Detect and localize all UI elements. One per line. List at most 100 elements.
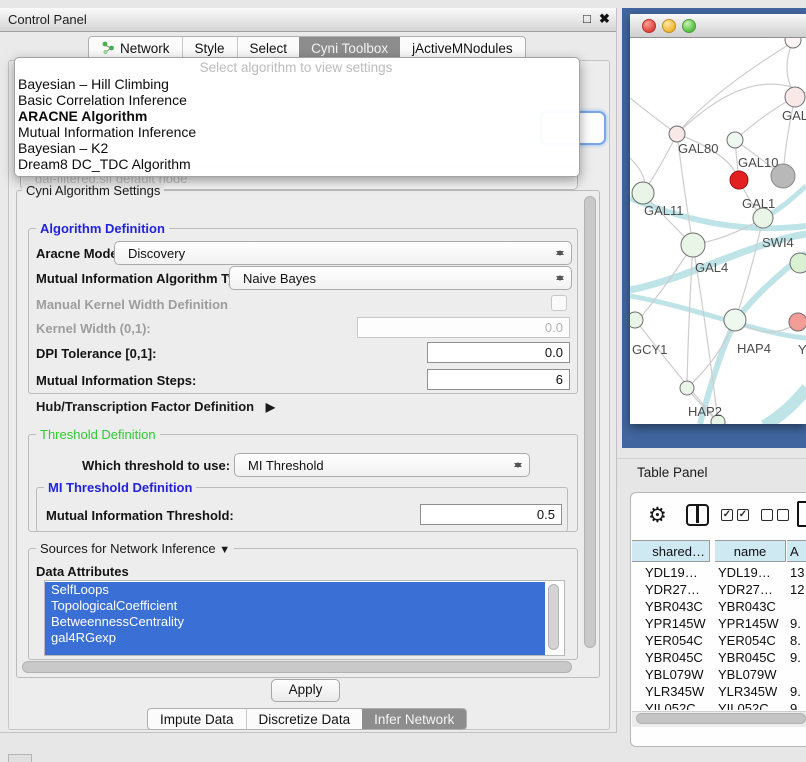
- column-header-shared[interactable]: shared…: [632, 540, 710, 562]
- attribute-item[interactable]: gal4RGexp: [45, 630, 545, 646]
- screen: Control Panel □ ✖ Network Style Select C…: [0, 0, 806, 762]
- cell[interactable]: YPR145W: [645, 616, 706, 631]
- manual-kernel-checkbox[interactable]: [551, 295, 567, 311]
- dropdown-item[interactable]: Bayesian – K2: [18, 140, 108, 156]
- sources-title[interactable]: Sources for Network Inference ▼: [36, 541, 234, 556]
- network-window-titlebar[interactable]: [630, 14, 806, 38]
- cell[interactable]: YBR043C: [718, 599, 776, 614]
- minimize-traffic-icon[interactable]: [662, 19, 676, 33]
- dropdown-item[interactable]: Mutual Information Inference: [18, 124, 196, 140]
- cell[interactable]: YBL079W: [645, 667, 704, 682]
- attribute-item[interactable]: SelfLoops: [45, 582, 545, 598]
- tab-select[interactable]: Select: [237, 37, 300, 59]
- cell[interactable]: 9.: [790, 616, 801, 631]
- aracne-mode-combo[interactable]: Discovery: [114, 241, 572, 265]
- table-hscroll-thumb[interactable]: [636, 713, 806, 724]
- cell[interactable]: 9.: [790, 684, 801, 699]
- cell[interactable]: YDR27…: [645, 582, 700, 597]
- tab-jactivemnodules[interactable]: jActiveMNodules: [400, 37, 525, 59]
- network-node-gal11[interactable]: [632, 182, 654, 204]
- expander-down-icon: ▼: [219, 544, 230, 556]
- gear-icon[interactable]: ⚙: [648, 505, 667, 526]
- dropdown-item[interactable]: Dream8 DC_TDC Algorithm: [18, 156, 191, 172]
- unchecked-checkbox-icon[interactable]: [761, 509, 773, 521]
- document-icon[interactable]: [797, 501, 806, 527]
- cell[interactable]: YER054C: [718, 633, 776, 648]
- vertical-scrollbar[interactable]: [584, 196, 596, 648]
- horizontal-scrollbar[interactable]: [22, 661, 572, 673]
- node-label: GAL10: [738, 155, 778, 170]
- dropdown-item[interactable]: Basic Correlation Inference: [18, 92, 187, 108]
- unchecked-checkbox-icon[interactable]: [777, 509, 789, 521]
- checked-checkbox-icon[interactable]: ✓: [737, 509, 749, 521]
- attribute-item[interactable]: TopologicalCoefficient: [45, 598, 545, 614]
- cell[interactable]: 8.: [790, 633, 801, 648]
- network-node-gal80[interactable]: [669, 126, 685, 142]
- cell[interactable]: YBR045C: [718, 650, 776, 665]
- network-node[interactable]: [785, 38, 801, 48]
- node-label: SWI4: [762, 235, 794, 250]
- tab-infer-network[interactable]: Infer Network: [362, 709, 466, 729]
- tab-network[interactable]: Network: [89, 37, 182, 59]
- cell[interactable]: YBL079W: [718, 667, 777, 682]
- mi-type-combo[interactable]: Naive Bayes: [229, 266, 572, 290]
- float-window-icon[interactable]: □: [583, 11, 591, 26]
- attribute-item-partial[interactable]: [45, 646, 545, 655]
- apply-button[interactable]: Apply: [271, 679, 340, 702]
- column-header-partial[interactable]: A: [787, 540, 806, 562]
- dpi-tolerance-field[interactable]: 0.0: [427, 342, 570, 363]
- dropdown-item-selected[interactable]: ARACNE Algorithm: [18, 108, 147, 124]
- cell[interactable]: YER054C: [645, 633, 703, 648]
- column-header-name[interactable]: name: [715, 540, 786, 562]
- dropdown-item[interactable]: Bayesian – Hill Climbing: [18, 76, 169, 92]
- tab-cyni-toolbox[interactable]: Cyni Toolbox: [299, 37, 400, 59]
- cell-partial[interactable]: 9.: [790, 701, 801, 710]
- cell[interactable]: 12: [790, 582, 804, 597]
- zoom-traffic-icon[interactable]: [682, 19, 696, 33]
- cell-partial[interactable]: YIL052C: [718, 701, 769, 710]
- control-panel-titlebar[interactable]: [0, 8, 616, 32]
- close-window-icon[interactable]: ✖: [599, 11, 610, 27]
- tab-style[interactable]: Style: [182, 37, 237, 59]
- network-node-gcy1[interactable]: [630, 312, 643, 328]
- attribute-item[interactable]: BetweennessCentrality: [45, 614, 545, 630]
- list-scrollbar[interactable]: [548, 584, 559, 650]
- network-node-hap2[interactable]: [680, 381, 694, 395]
- network-node-red[interactable]: [730, 171, 748, 189]
- cell[interactable]: 9.: [790, 650, 801, 665]
- kernel-width-field[interactable]: 0.0: [357, 317, 570, 338]
- cell-partial[interactable]: YIL052C: [645, 701, 696, 710]
- cell[interactable]: YDL19…: [718, 565, 771, 580]
- network-node-gal10[interactable]: [727, 132, 743, 148]
- checked-checkbox-icon[interactable]: ✓: [721, 509, 733, 521]
- algorithm-dropdown-placeholder: Select algorithm to view settings: [14, 60, 578, 75]
- network-node-gal1[interactable]: [753, 208, 773, 228]
- network-node-salmon[interactable]: [789, 313, 806, 331]
- cyni-settings-title: Cyni Algorithm Settings: [22, 183, 164, 198]
- kernel-width-label: Kernel Width (0,1):: [36, 321, 151, 336]
- network-node[interactable]: [785, 87, 805, 107]
- cell[interactable]: YPR145W: [718, 616, 779, 631]
- cell[interactable]: YLR345W: [645, 684, 704, 699]
- mi-threshold-field[interactable]: 0.5: [420, 504, 562, 525]
- cell[interactable]: YBR043C: [645, 599, 703, 614]
- cell[interactable]: YDL19…: [645, 565, 698, 580]
- cell[interactable]: YBR045C: [645, 650, 703, 665]
- network-node-hap4[interactable]: [724, 309, 746, 331]
- close-traffic-icon[interactable]: [642, 19, 656, 33]
- mi-steps-field[interactable]: 6: [427, 369, 570, 390]
- which-threshold-combo[interactable]: MI Threshold: [234, 453, 530, 477]
- expander-right-icon: ▶: [266, 400, 275, 414]
- cell[interactable]: 13: [790, 565, 804, 580]
- network-node[interactable]: [790, 253, 806, 273]
- mi-steps-label: Mutual Information Steps:: [36, 373, 196, 388]
- cell[interactable]: YLR345W: [718, 684, 777, 699]
- network-node-gal4[interactable]: [681, 233, 705, 257]
- hub-definition-expander[interactable]: Hub/Transcription Factor Definition ▶: [36, 399, 275, 414]
- split-columns-icon[interactable]: [686, 504, 709, 526]
- network-canvas[interactable]: GAL80 GAL10 GAL1 GAL11 SWI4 GAL4 GCY1 HA…: [630, 38, 806, 424]
- tab-impute-data[interactable]: Impute Data: [148, 709, 246, 729]
- cell[interactable]: YDR27…: [718, 582, 773, 597]
- tab-discretize-data[interactable]: Discretize Data: [246, 709, 363, 729]
- mi-threshold-title: MI Threshold Definition: [44, 480, 196, 495]
